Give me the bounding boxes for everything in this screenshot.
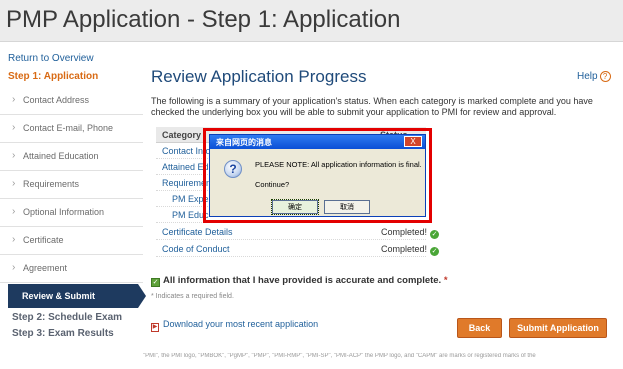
required-star: * xyxy=(443,275,448,286)
step2-label[interactable]: Step 2: Schedule Exam xyxy=(12,312,122,323)
section-title: Review Application Progress xyxy=(151,67,367,86)
sidebar-item-contact-address[interactable]: › Contact Address xyxy=(0,87,143,115)
sidebar-item-agreement[interactable]: › Agreement xyxy=(0,255,143,283)
agreement-row[interactable]: ✓ All information that I have provided is… xyxy=(151,275,448,287)
submit-application-button[interactable]: Submit Application xyxy=(509,318,607,338)
status-label: Completed! xyxy=(381,227,428,237)
sidebar-item-label: Attained Education xyxy=(23,151,99,161)
chevron-right-icon: › xyxy=(12,122,16,133)
step3-label[interactable]: Step 3: Exam Results xyxy=(12,328,114,339)
sidebar-item-requirements[interactable]: › Requirements xyxy=(0,171,143,199)
check-icon: ✓ xyxy=(430,230,440,239)
table-row: Certificate Details Completed! ✓ xyxy=(156,224,440,240)
confirm-dialog: 来自网页的消息 X ? PLEASE NOTE: All application… xyxy=(209,134,426,217)
download-application-link[interactable]: ▶ Download your most recent application xyxy=(151,319,318,332)
chevron-right-icon: › xyxy=(12,206,16,217)
chevron-right-icon: › xyxy=(12,94,16,105)
status-text: Completed! ✓ xyxy=(381,227,440,239)
back-button[interactable]: Back xyxy=(457,318,502,338)
category-link[interactable]: Code of Conduct xyxy=(162,244,230,254)
chevron-right-icon: › xyxy=(12,150,16,161)
chevron-right-icon: › xyxy=(12,262,16,273)
help-link[interactable]: Help? xyxy=(577,71,611,82)
help-icon: ? xyxy=(599,71,611,82)
table-row: Code of Conduct Completed! ✓ xyxy=(156,241,440,257)
required-note: * Indicates a required field. xyxy=(151,293,234,300)
cancel-button[interactable]: 取消 xyxy=(324,200,370,214)
chevron-right-icon: › xyxy=(12,234,16,245)
question-icon: ? xyxy=(224,160,242,178)
close-icon[interactable]: X xyxy=(404,136,422,147)
sidebar-item-review-submit[interactable]: Review & Submit xyxy=(8,284,146,308)
sidebar-item-optional-information[interactable]: › Optional Information xyxy=(0,199,143,227)
sidebar-item-label: Certificate xyxy=(23,235,64,245)
dialog-question: Continue? xyxy=(255,180,290,189)
sidebar-item-certificate[interactable]: › Certificate xyxy=(0,227,143,255)
help-label: Help xyxy=(577,71,598,82)
sidebar-item-label: Optional Information xyxy=(23,207,105,217)
sidebar-item-label: Review & Submit xyxy=(22,291,96,301)
sidebar-item-label: Agreement xyxy=(23,263,68,273)
status-label: Completed! xyxy=(381,244,428,254)
sidebar-item-label: Contact E-mail, Phone xyxy=(23,123,114,133)
download-label: Download your most recent application xyxy=(163,319,319,329)
sidebar-item-label: Contact Address xyxy=(23,95,90,105)
dialog-message: PLEASE NOTE: All application information… xyxy=(255,160,422,169)
dialog-titlebar[interactable]: 来自网页的消息 X xyxy=(210,135,425,149)
status-text: Completed! ✓ xyxy=(381,244,440,256)
dialog-highlight-frame: 来自网页的消息 X ? PLEASE NOTE: All application… xyxy=(203,128,432,223)
sidebar-item-contact-email-phone[interactable]: › Contact E-mail, Phone xyxy=(0,115,143,143)
current-step-label: Step 1: Application xyxy=(8,71,99,82)
pdf-icon: ▶ xyxy=(151,323,159,332)
page-header: PMP Application - Step 1: Application xyxy=(0,0,623,42)
check-icon: ✓ xyxy=(430,247,440,256)
agreement-label: All information that I have provided is … xyxy=(163,275,442,286)
sidebar-item-label: Requirements xyxy=(23,179,80,189)
sidebar-item-attained-education[interactable]: › Attained Education xyxy=(0,143,143,171)
ok-button[interactable]: 确定 xyxy=(271,199,319,215)
page-title: PMP Application - Step 1: Application xyxy=(6,6,401,33)
category-link[interactable]: Certificate Details xyxy=(162,227,233,237)
chevron-right-icon: › xyxy=(12,178,16,189)
dialog-title: 来自网页的消息 xyxy=(216,138,272,147)
column-header-category: Category xyxy=(162,130,202,140)
return-to-overview-link[interactable]: Return to Overview xyxy=(8,53,94,64)
agreement-checkbox[interactable]: ✓ xyxy=(151,278,160,287)
summary-text: The following is a summary of your appli… xyxy=(151,96,593,117)
footer-trademark-note: "PMI", the PMI logo, "PMBOK", "PgMP", "P… xyxy=(143,353,536,359)
